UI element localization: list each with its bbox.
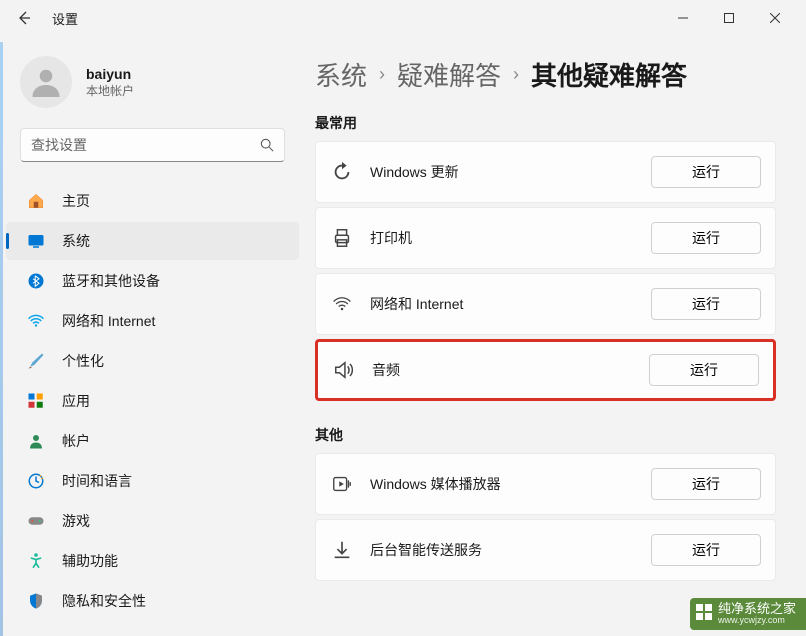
- sync-icon: [330, 160, 354, 184]
- wifi-icon: [330, 292, 354, 316]
- search-input[interactable]: [31, 137, 260, 153]
- breadcrumb-troubleshoot[interactable]: 疑难解答: [397, 56, 501, 93]
- sidebar-item-label: 系统: [62, 231, 90, 251]
- clock-icon: [26, 471, 46, 491]
- printer-icon: [330, 226, 354, 250]
- search-icon: [260, 138, 274, 152]
- sidebar: baiyun 本地帐户 主页 系统 蓝牙和其他设备 网络和 In: [0, 36, 305, 636]
- troubleshooter-label: 音频: [372, 360, 633, 380]
- bluetooth-icon: [26, 271, 46, 291]
- troubleshooter-windows-update: Windows 更新 运行: [315, 141, 776, 203]
- sidebar-item-label: 主页: [62, 191, 90, 211]
- sidebar-item-privacy[interactable]: 隐私和安全性: [6, 582, 299, 620]
- sidebar-item-label: 时间和语言: [62, 471, 132, 491]
- game-icon: [26, 511, 46, 531]
- sidebar-item-accessibility[interactable]: 辅助功能: [6, 542, 299, 580]
- breadcrumb-system[interactable]: 系统: [315, 56, 367, 93]
- wifi-icon: [26, 311, 46, 331]
- run-button[interactable]: 运行: [649, 354, 759, 386]
- section-other-label: 其他: [315, 425, 776, 445]
- troubleshooter-bits: 后台智能传送服务 运行: [315, 519, 776, 581]
- watermark-name: 纯净系统之家: [718, 602, 796, 616]
- maximize-icon: [724, 13, 734, 23]
- title-bar: 设置: [0, 0, 806, 36]
- sidebar-item-label: 蓝牙和其他设备: [62, 271, 160, 291]
- window-controls: [660, 3, 798, 33]
- section-frequent-label: 最常用: [315, 113, 776, 133]
- sidebar-item-home[interactable]: 主页: [6, 182, 299, 220]
- minimize-icon: [678, 13, 688, 23]
- avatar-placeholder-icon: [28, 64, 64, 100]
- sidebar-item-time-language[interactable]: 时间和语言: [6, 462, 299, 500]
- chevron-right-icon: ›: [379, 64, 385, 85]
- sidebar-item-gaming[interactable]: 游戏: [6, 502, 299, 540]
- nav-list: 主页 系统 蓝牙和其他设备 网络和 Internet 个性化 应用: [0, 176, 305, 620]
- troubleshooter-label: 后台智能传送服务: [370, 540, 635, 560]
- close-icon: [770, 13, 780, 23]
- watermark-logo-icon: [696, 604, 712, 620]
- search-box[interactable]: [20, 128, 285, 162]
- user-name: baiyun: [86, 66, 134, 82]
- run-button[interactable]: 运行: [651, 156, 761, 188]
- troubleshooter-network: 网络和 Internet 运行: [315, 273, 776, 335]
- sidebar-item-label: 辅助功能: [62, 551, 118, 571]
- sidebar-item-label: 网络和 Internet: [62, 311, 155, 331]
- sidebar-item-label: 应用: [62, 391, 90, 411]
- window-edge-accent: [0, 42, 3, 636]
- troubleshooter-label: 网络和 Internet: [370, 294, 635, 314]
- sidebar-item-label: 个性化: [62, 351, 104, 371]
- media-icon: [330, 472, 354, 496]
- chevron-right-icon: ›: [513, 64, 519, 85]
- apps-icon: [26, 391, 46, 411]
- troubleshooter-label: Windows 更新: [370, 162, 635, 182]
- watermark: 纯净系统之家 www.ycwjzy.com: [690, 598, 806, 630]
- window-title: 设置: [52, 9, 78, 28]
- sidebar-item-label: 游戏: [62, 511, 90, 531]
- sidebar-item-apps[interactable]: 应用: [6, 382, 299, 420]
- home-icon: [26, 191, 46, 211]
- run-button[interactable]: 运行: [651, 222, 761, 254]
- troubleshooter-label: Windows 媒体播放器: [370, 474, 635, 494]
- user-account-type: 本地帐户: [86, 82, 134, 99]
- breadcrumb-current: 其他疑难解答: [531, 56, 687, 93]
- run-button[interactable]: 运行: [651, 534, 761, 566]
- run-button[interactable]: 运行: [651, 288, 761, 320]
- brush-icon: [26, 351, 46, 371]
- accessibility-icon: [26, 551, 46, 571]
- minimize-button[interactable]: [660, 3, 706, 33]
- watermark-url: www.ycwjzy.com: [718, 616, 796, 626]
- download-icon: [330, 538, 354, 562]
- sidebar-item-label: 帐户: [62, 431, 90, 451]
- shield-icon: [26, 591, 46, 611]
- troubleshooter-printer: 打印机 运行: [315, 207, 776, 269]
- troubleshooter-label: 打印机: [370, 228, 635, 248]
- breadcrumb: 系统 › 疑难解答 › 其他疑难解答: [315, 56, 776, 93]
- maximize-button[interactable]: [706, 3, 752, 33]
- back-arrow-icon: [16, 10, 32, 26]
- sidebar-item-accounts[interactable]: 帐户: [6, 422, 299, 460]
- main-content: 系统 › 疑难解答 › 其他疑难解答 最常用 Windows 更新 运行 打印机…: [305, 36, 806, 636]
- troubleshooter-audio: 音频 运行: [315, 339, 776, 401]
- avatar: [20, 56, 72, 108]
- run-button[interactable]: 运行: [651, 468, 761, 500]
- back-button[interactable]: [8, 2, 40, 34]
- user-section[interactable]: baiyun 本地帐户: [0, 44, 305, 128]
- sidebar-item-personalization[interactable]: 个性化: [6, 342, 299, 380]
- sidebar-item-system[interactable]: 系统: [6, 222, 299, 260]
- audio-icon: [332, 358, 356, 382]
- sidebar-item-label: 隐私和安全性: [62, 591, 146, 611]
- troubleshooter-media-player: Windows 媒体播放器 运行: [315, 453, 776, 515]
- sidebar-item-bluetooth[interactable]: 蓝牙和其他设备: [6, 262, 299, 300]
- person-icon: [26, 431, 46, 451]
- system-icon: [26, 231, 46, 251]
- close-button[interactable]: [752, 3, 798, 33]
- sidebar-item-network[interactable]: 网络和 Internet: [6, 302, 299, 340]
